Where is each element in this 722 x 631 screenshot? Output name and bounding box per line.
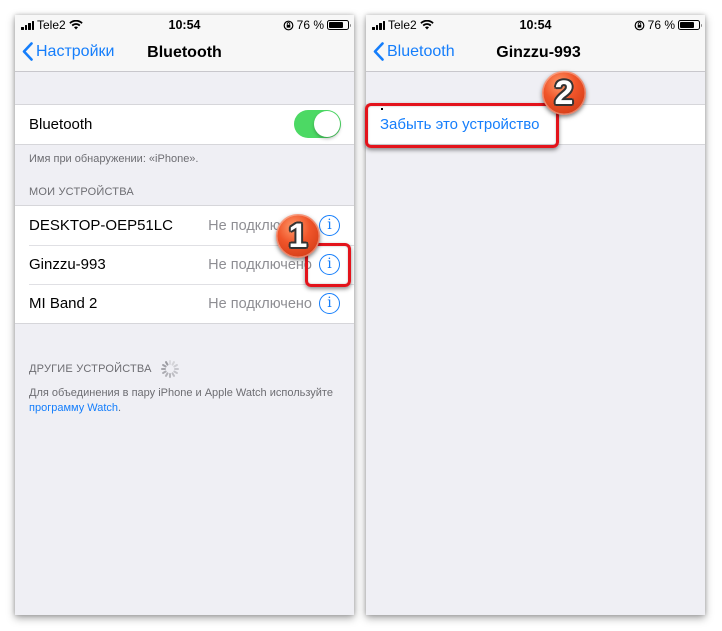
battery-percent: 76 % bbox=[647, 18, 675, 32]
battery-icon bbox=[327, 20, 351, 30]
highlight-forget-button bbox=[365, 103, 559, 148]
other-devices-label: ДРУГИЕ УСТРОЙСТВА bbox=[29, 362, 152, 375]
orientation-lock-icon bbox=[634, 20, 645, 30]
device-status: Не подключено bbox=[208, 295, 312, 312]
spinner-tick bbox=[160, 368, 166, 370]
cursor-dot bbox=[381, 108, 383, 110]
battery-percent: 76 % bbox=[296, 18, 324, 32]
status-bar: Tele2 10:54 76 % bbox=[366, 15, 705, 35]
device-name: MI Band 2 bbox=[29, 295, 98, 312]
bluetooth-row-label: Bluetooth bbox=[29, 116, 93, 133]
step-2-badge: 2 bbox=[542, 71, 586, 115]
loading-spinner-icon bbox=[160, 360, 179, 378]
device-name: DESKTOP-OEP51LC bbox=[29, 217, 173, 234]
page-title: Bluetooth bbox=[147, 44, 222, 61]
navigation-bar: Настройки Bluetooth bbox=[15, 35, 354, 72]
info-icon[interactable]: i bbox=[319, 293, 340, 314]
discoverable-name-note: Имя при обнаружении: «iPhone». bbox=[29, 153, 199, 165]
toggle-knob bbox=[314, 111, 340, 137]
navigation-bar: Bluetooth Ginzzu-993 bbox=[366, 35, 705, 72]
other-devices-header: ДРУГИЕ УСТРОЙСТВА bbox=[29, 360, 179, 378]
bluetooth-settings-screen: Tele2 10:54 76 % Настройки Bluetooth Blu… bbox=[15, 15, 354, 615]
battery-fill bbox=[329, 22, 343, 28]
battery-icon bbox=[678, 20, 702, 30]
device-row-miband[interactable]: MI Band 2 Не подключено i bbox=[15, 284, 354, 323]
pairing-note-period: . bbox=[118, 402, 122, 414]
bluetooth-toggle[interactable] bbox=[294, 110, 341, 138]
bluetooth-row: Bluetooth bbox=[15, 105, 354, 144]
watch-app-link[interactable]: программу Watch bbox=[29, 402, 118, 414]
device-name: Ginzzu-993 bbox=[29, 256, 106, 273]
watch-pairing-note: Для объединения в пару iPhone и Apple Wa… bbox=[29, 386, 340, 416]
info-icon[interactable]: i bbox=[319, 215, 340, 236]
my-devices-header: МОИ УСТРОЙСТВА bbox=[29, 186, 134, 198]
status-bar: Tele2 10:54 76 % bbox=[15, 15, 354, 35]
step-1-badge: 1 bbox=[276, 214, 320, 258]
device-status: Не подключено bbox=[208, 256, 312, 273]
bluetooth-toggle-group: Bluetooth bbox=[15, 104, 354, 145]
orientation-lock-icon bbox=[283, 20, 294, 30]
page-title: Ginzzu-993 bbox=[496, 44, 581, 61]
pairing-note-text: Для объединения в пару iPhone и Apple Wa… bbox=[29, 387, 333, 399]
spinner-tick bbox=[168, 373, 171, 378]
battery-fill bbox=[680, 22, 694, 28]
